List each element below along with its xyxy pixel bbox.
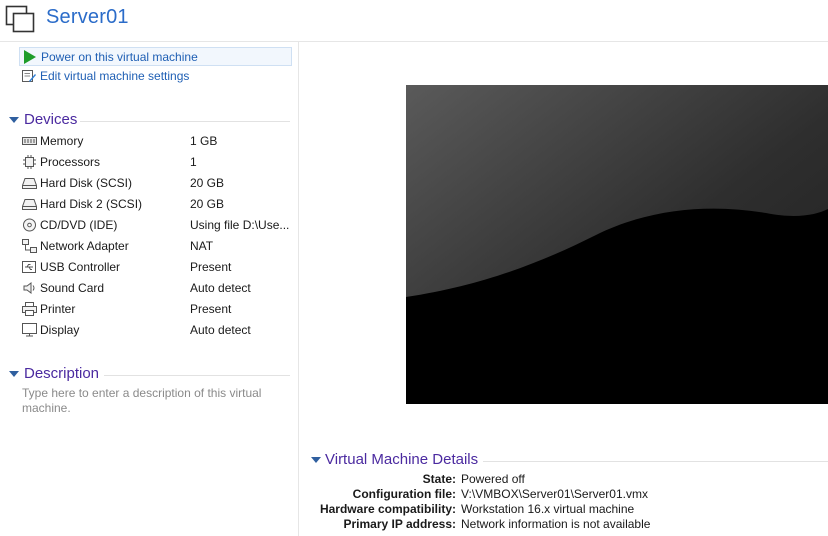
device-name: Printer <box>40 302 76 316</box>
edit-settings-label: Edit virtual machine settings <box>40 69 190 83</box>
description-input[interactable]: Type here to enter a description of this… <box>22 386 284 416</box>
processor-icon <box>23 155 36 169</box>
edit-settings-icon <box>22 70 36 82</box>
device-value: 1 <box>190 155 197 169</box>
left-panel: Power on this virtual machine Edit virtu… <box>0 42 299 536</box>
vm-header: Server01 <box>0 0 828 42</box>
device-row-network-adapter[interactable]: Network Adapter NAT <box>20 236 292 256</box>
device-name: Sound Card <box>40 281 105 295</box>
device-value: Present <box>190 302 232 316</box>
vm-details-divider <box>483 461 828 462</box>
detail-row-state: State: Powered off <box>300 472 828 487</box>
hard-disk-icon <box>22 178 37 189</box>
devices-heading: Devices <box>24 111 78 128</box>
device-name: Memory <box>40 134 84 148</box>
device-row-sound-card[interactable]: Sound Card Auto detect <box>20 278 292 298</box>
detail-key: Configuration file: <box>352 487 456 501</box>
detail-value: Powered off <box>461 472 525 486</box>
device-name: Processors <box>40 155 101 169</box>
printer-icon <box>22 302 37 316</box>
device-name: Hard Disk 2 (SCSI) <box>40 197 143 211</box>
device-row-printer[interactable]: Printer Present <box>20 299 292 319</box>
device-row-processors[interactable]: Processors 1 <box>20 152 292 172</box>
device-name: USB Controller <box>40 260 121 274</box>
detail-row-configuration-file: Configuration file: V:\VMBOX\Server01\Se… <box>300 487 828 502</box>
hard-disk-icon <box>22 199 37 210</box>
description-heading: Description <box>24 365 100 382</box>
device-row-memory[interactable]: Memory 1 GB <box>20 131 292 151</box>
power-on-button[interactable]: Power on this virtual machine <box>19 47 292 66</box>
collapse-triangle-icon <box>9 371 19 377</box>
network-adapter-icon <box>22 239 37 253</box>
collapse-triangle-icon <box>311 457 321 463</box>
device-value: 1 GB <box>190 134 218 148</box>
usb-icon <box>22 261 36 273</box>
device-row-display[interactable]: Display Auto detect <box>20 320 292 340</box>
memory-icon <box>22 137 37 145</box>
vm-window-icon <box>5 5 35 33</box>
device-name: Network Adapter <box>40 239 129 253</box>
speaker-icon <box>23 282 35 294</box>
vm-details-heading: Virtual Machine Details <box>325 451 479 468</box>
vm-preview-image <box>406 85 828 404</box>
device-value: Auto detect <box>190 281 251 295</box>
detail-value: Network information is not available <box>461 517 651 531</box>
detail-key: Primary IP address: <box>343 517 456 531</box>
device-name: Hard Disk (SCSI) <box>40 176 133 190</box>
detail-value: V:\VMBOX\Server01\Server01.vmx <box>461 487 648 501</box>
devices-divider <box>80 121 290 122</box>
device-row-usb-controller[interactable]: USB Controller Present <box>20 257 292 277</box>
detail-row-hardware-compatibility: Hardware compatibility: Workstation 16.x… <box>300 502 828 517</box>
detail-value: Workstation 16.x virtual machine <box>461 502 635 516</box>
device-row-cd-dvd[interactable]: CD/DVD (IDE) Using file D:\Use... <box>20 215 292 235</box>
cd-dvd-icon <box>23 218 36 232</box>
device-value: 20 GB <box>190 176 225 190</box>
vm-preview-thumbnail[interactable] <box>406 85 828 404</box>
power-on-label: Power on this virtual machine <box>41 50 198 64</box>
edit-settings-button[interactable]: Edit virtual machine settings <box>19 67 292 86</box>
detail-key: State: <box>422 472 456 486</box>
detail-key: Hardware compatibility: <box>319 502 456 516</box>
collapse-triangle-icon <box>9 117 19 123</box>
device-name: Display <box>40 323 80 337</box>
device-value: NAT <box>190 239 214 253</box>
device-row-hard-disk[interactable]: Hard Disk (SCSI) 20 GB <box>20 173 292 193</box>
device-value: Present <box>190 260 232 274</box>
detail-row-primary-ip: Primary IP address: Network information … <box>300 517 828 532</box>
vm-title: Server01 <box>46 6 129 28</box>
device-row-hard-disk-2[interactable]: Hard Disk 2 (SCSI) 20 GB <box>20 194 292 214</box>
display-icon <box>22 323 37 337</box>
device-value: Auto detect <box>190 323 251 337</box>
description-divider <box>104 375 290 376</box>
device-name: CD/DVD (IDE) <box>40 218 118 232</box>
device-value: Using file D:\Use... <box>190 218 290 232</box>
device-value: 20 GB <box>190 197 225 211</box>
power-on-icon <box>24 50 36 64</box>
